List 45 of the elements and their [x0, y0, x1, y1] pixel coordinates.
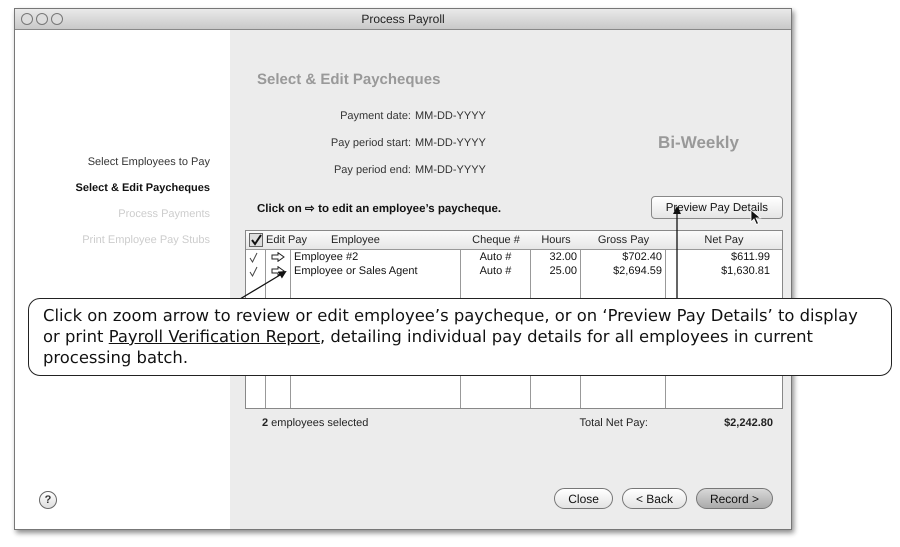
- field-label: Pay period start:: [330, 136, 412, 148]
- column-header[interactable]: Hours: [531, 234, 581, 246]
- table-cell: Employee #2: [294, 251, 358, 263]
- table-cell: $2,694.59: [613, 265, 662, 277]
- check-icon[interactable]: [249, 252, 258, 262]
- step-item[interactable]: Select Employees to Pay: [88, 155, 210, 170]
- dialog-button[interactable]: < Back: [622, 488, 687, 509]
- window-title: Process Payroll: [361, 12, 445, 26]
- leader-line: [240, 270, 287, 300]
- field-label: Payment date:: [339, 110, 412, 122]
- table-cell: $702.40: [622, 251, 662, 263]
- select-all-checkbox[interactable]: [249, 233, 263, 247]
- table-cell: $611.99: [731, 251, 770, 263]
- table-cell: Auto #: [480, 265, 512, 277]
- table-cell: 32.00: [549, 251, 577, 263]
- selected-count: 2 employees selected: [262, 417, 368, 429]
- date-value: MM-DD-YYYY: [415, 110, 486, 122]
- date-value: MM-DD-YYYY: [415, 164, 486, 176]
- date-value: MM-DD-YYYY: [415, 136, 486, 148]
- table-cell: Auto #: [480, 251, 512, 263]
- column-header[interactable]: Net Pay: [666, 234, 782, 246]
- zoom-arrow-icon[interactable]: [271, 252, 285, 262]
- table-cell: Employee or Sales Agent: [294, 265, 418, 277]
- dialog-button[interactable]: Close: [554, 488, 613, 509]
- column-header[interactable]: Cheque #: [461, 234, 531, 246]
- column-header[interactable]: Gross Pay: [581, 234, 666, 246]
- preview-pay-details-button[interactable]: Preview Pay Details: [650, 196, 783, 219]
- column-header[interactable]: Employee: [321, 234, 461, 246]
- report-link[interactable]: Payroll Verification Report: [108, 327, 320, 346]
- field-label: Pay period end:: [332, 164, 412, 176]
- table-cell: 25.00: [549, 265, 577, 277]
- window-controls-icon[interactable]: [20, 12, 64, 26]
- column-header[interactable]: Edit Pay: [266, 234, 321, 246]
- pay-frequency: Bi-Weekly: [658, 132, 739, 152]
- zoom-arrow-icon[interactable]: [271, 266, 285, 276]
- section-heading: Select & Edit Paycheques: [257, 70, 442, 90]
- step-item[interactable]: Select & Edit Paycheques: [76, 181, 210, 196]
- total-label: Total Net Pay:: [580, 417, 648, 429]
- table-cell: $1,630.81: [721, 265, 770, 277]
- check-icon[interactable]: [249, 266, 258, 276]
- instruction-text: Click on ⇨ to edit an employee’s paycheque.: [257, 202, 502, 214]
- help-button[interactable]: ?: [39, 491, 57, 509]
- total-net-pay: $2,242.80: [723, 417, 773, 429]
- callout-note: Click on zoom arrow to review or edit employee’s paycheque, or on ‘Preview Pay Details’ to display or print Payroll Verification Report, detailing individual pay details for all employees in current processing batch.: [28, 298, 892, 376]
- dialog-button[interactable]: Record >: [696, 488, 773, 509]
